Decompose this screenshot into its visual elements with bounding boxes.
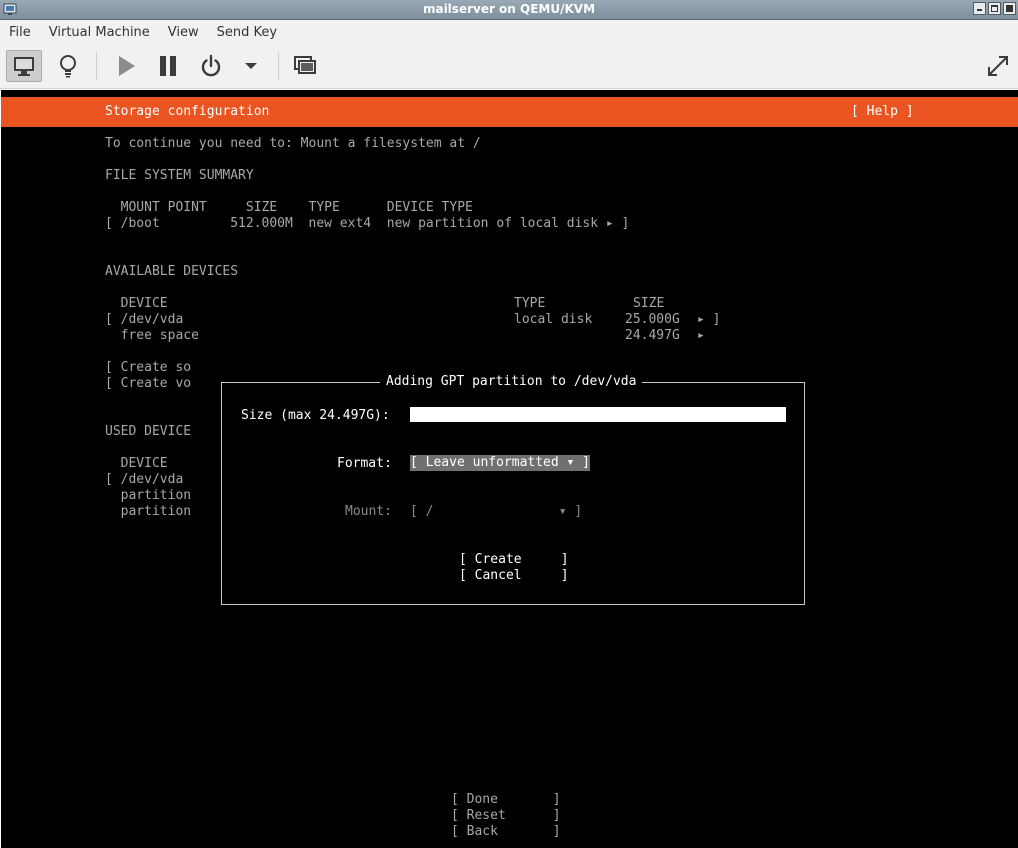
shutdown-button[interactable] <box>193 50 229 82</box>
used-row-partition[interactable]: partition <box>105 504 191 520</box>
avail-row-device[interactable]: [ /dev/vda <box>105 312 183 328</box>
menu-virtual-machine[interactable]: Virtual Machine <box>40 25 159 40</box>
menu-bar: File Virtual Machine View Send Key <box>0 20 1018 44</box>
snapshots-button[interactable] <box>287 50 323 82</box>
create-volume-group-button[interactable]: [ Create vo <box>105 376 191 392</box>
screens-icon <box>294 56 316 74</box>
fs-summary-row[interactable]: [ /boot 512.000M new ext4 new partition … <box>105 216 629 232</box>
avail-row-type: local disk <box>514 312 593 327</box>
toolbar <box>0 44 1018 89</box>
window-titlebar[interactable]: mailserver on QEMU/KVM <box>0 0 1018 20</box>
back-button[interactable]: [ Back ] <box>451 824 561 840</box>
used-header-device: DEVICE <box>105 456 168 471</box>
size-label: Size (max 24.497G): <box>241 408 390 423</box>
play-icon <box>119 56 135 76</box>
size-input[interactable] <box>410 407 786 422</box>
shutdown-menu-button[interactable] <box>233 50 269 82</box>
console-view-button[interactable] <box>6 50 42 82</box>
avail-row-device[interactable]: free space <box>105 328 199 344</box>
vm-console[interactable]: Storage configuration [ Help ] To contin… <box>1 90 1018 848</box>
reset-button[interactable]: [ Reset ] <box>451 808 561 824</box>
pause-icon <box>160 56 176 76</box>
mount-select: [ / ▾ ] <box>410 504 583 519</box>
minimize-icon[interactable] <box>973 2 986 15</box>
menu-file[interactable]: File <box>0 25 40 40</box>
fullscreen-button[interactable] <box>980 50 1016 82</box>
done-button[interactable]: [ Done ] <box>451 792 561 808</box>
installer-notice: To continue you need to: Mount a filesys… <box>105 136 481 151</box>
avail-header-type: TYPE <box>514 296 546 311</box>
dialog-title: Adding GPT partition to /dev/vda <box>380 374 643 390</box>
avail-row-arrow[interactable]: ▸ <box>697 328 705 344</box>
avail-row-size: 24.497G <box>625 328 680 343</box>
create-software-raid-button[interactable]: [ Create so <box>105 360 191 376</box>
used-devices-heading: USED DEVICE <box>105 424 192 439</box>
close-icon[interactable] <box>1003 2 1016 15</box>
format-select[interactable]: [ Leave unformatted ▾ ] <box>410 455 591 471</box>
avail-row-size: 25.000G <box>625 312 680 327</box>
avail-header-device: DEVICE <box>105 296 168 311</box>
pause-button[interactable] <box>150 50 186 82</box>
chevron-down-icon <box>245 63 257 69</box>
power-icon <box>201 54 221 77</box>
installer-header-title: Storage configuration <box>105 104 270 119</box>
cancel-button[interactable]: [ Cancel ] <box>459 568 569 584</box>
create-button[interactable]: [ Create ] <box>459 552 569 568</box>
run-button[interactable] <box>108 50 144 82</box>
fs-summary-heading: FILE SYSTEM SUMMARY <box>105 168 254 183</box>
avail-row-arrow[interactable]: ▸ ] <box>697 312 720 328</box>
monitor-icon <box>14 57 34 76</box>
mount-label: Mount: <box>345 504 392 519</box>
available-devices-heading: AVAILABLE DEVICES <box>105 264 239 279</box>
fullscreen-icon <box>988 56 1008 76</box>
add-partition-dialog: Adding GPT partition to /dev/vda Size (m… <box>221 374 805 605</box>
window-title: mailserver on QEMU/KVM <box>422 2 596 16</box>
menu-send-key[interactable]: Send Key <box>208 25 286 40</box>
format-label: Format: <box>337 456 392 471</box>
help-button[interactable]: [ Help ] <box>851 104 914 120</box>
used-row-partition[interactable]: partition <box>105 488 191 504</box>
menu-view[interactable]: View <box>159 25 208 40</box>
maximize-icon[interactable] <box>988 2 1001 15</box>
lightbulb-icon <box>60 55 76 78</box>
used-row-device[interactable]: [ /dev/vda <box>105 472 183 488</box>
fs-summary-headers: MOUNT POINT SIZE TYPE DEVICE TYPE <box>105 200 473 215</box>
avail-header-size: SIZE <box>633 296 665 311</box>
details-view-button[interactable] <box>50 50 86 82</box>
